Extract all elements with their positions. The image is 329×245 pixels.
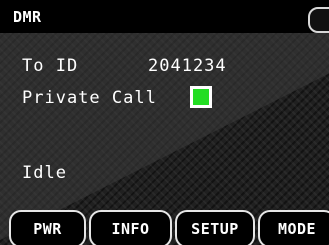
mode-button[interactable]: MODE — [258, 210, 329, 245]
private-call-label: Private Call — [22, 88, 157, 108]
status-indicator-icon — [308, 7, 329, 33]
private-call-checkbox[interactable] — [190, 86, 212, 108]
pwr-button[interactable]: PWR — [9, 210, 86, 245]
setup-button[interactable]: SETUP — [175, 210, 255, 245]
mode-label: DMR — [13, 8, 42, 26]
to-id-value: 2041234 — [148, 56, 227, 76]
to-id-label: To ID — [22, 56, 79, 76]
radio-display: DMR To ID 2041234 Private Call Idle PWR … — [0, 0, 329, 245]
softkey-bar: PWR INFO SETUP MODE — [0, 210, 329, 245]
status-bar: DMR — [0, 0, 329, 33]
call-status: Idle — [22, 163, 67, 183]
info-button[interactable]: INFO — [89, 210, 172, 245]
background-shade — [0, 0, 329, 241]
private-call-indicator — [193, 89, 209, 105]
